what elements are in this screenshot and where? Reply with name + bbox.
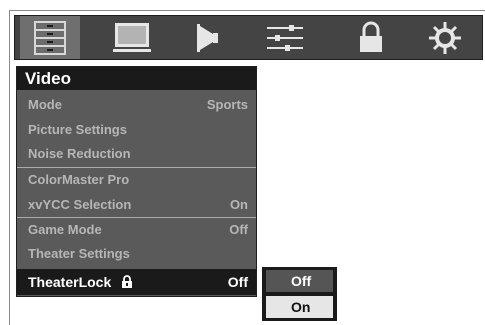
menu-item-xvycc-selection[interactable]: xvYCC Selection On xyxy=(17,192,256,216)
frame-left-line xyxy=(9,10,10,325)
option-off[interactable]: Off xyxy=(266,270,333,292)
tool-audio[interactable] xyxy=(177,16,237,59)
menu-item-label: ColorMaster Pro xyxy=(28,172,130,187)
menu-item-value: Off xyxy=(227,274,248,290)
tool-menu[interactable] xyxy=(20,16,80,59)
frame-top-line xyxy=(9,10,485,11)
menu-item-picture-settings[interactable]: Picture Settings xyxy=(17,117,256,141)
menu-item-label-wrap: TheaterLock xyxy=(28,274,133,290)
tool-setup[interactable] xyxy=(255,16,315,59)
menu-item-noise-reduction[interactable]: Noise Reduction xyxy=(17,141,256,165)
theaterlock-options: Off On xyxy=(262,267,337,321)
menu-item-label: Game Mode xyxy=(28,222,102,237)
setup-sliders-icon xyxy=(267,24,303,51)
menu-item-label: Noise Reduction xyxy=(28,145,131,161)
menu-item-label: Picture Settings xyxy=(28,121,127,137)
menu-item-value: Sports xyxy=(206,96,248,112)
menu-item-colormaster-pro[interactable]: ColorMaster Pro xyxy=(17,167,256,191)
picture-icon xyxy=(113,22,151,52)
menu-item-label: xvYCC Selection xyxy=(28,196,132,212)
lock-icon xyxy=(122,275,133,288)
video-menu-panel: Video Mode Sports Picture Settings Noise… xyxy=(16,66,257,297)
tool-picture[interactable] xyxy=(102,16,162,59)
menu-toolbar xyxy=(14,15,483,60)
menu-item-value: Off xyxy=(229,222,248,237)
audio-icon xyxy=(197,23,218,52)
menu-item-label: Theater Settings xyxy=(28,245,130,261)
menu-item-label: TheaterLock xyxy=(28,274,112,290)
menu-item-value: On xyxy=(229,196,248,212)
lock-icon xyxy=(360,21,382,52)
option-on[interactable]: On xyxy=(266,296,333,318)
tool-lock[interactable] xyxy=(341,16,401,59)
tool-settings[interactable] xyxy=(415,16,475,59)
menu-title: Video xyxy=(17,67,256,90)
list-menu-icon xyxy=(34,20,66,55)
gear-icon xyxy=(429,21,461,54)
menu-item-label: Mode xyxy=(28,96,62,112)
menu-item-theaterlock[interactable]: TheaterLock Off xyxy=(17,269,256,295)
menu-item-mode[interactable]: Mode Sports xyxy=(17,92,256,116)
menu-item-theater-settings[interactable]: Theater Settings xyxy=(17,241,256,265)
menu-item-game-mode[interactable]: Game Mode Off xyxy=(17,217,256,241)
